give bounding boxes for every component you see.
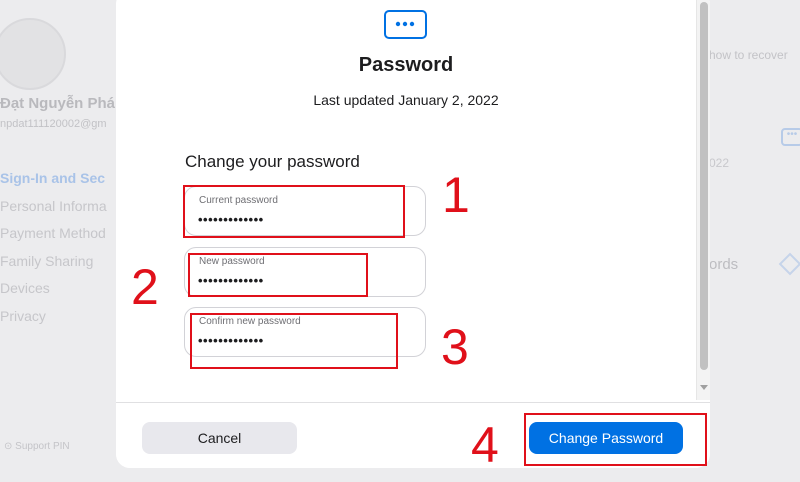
sidebar-item-privacy: Privacy	[0, 307, 46, 324]
annotation-number-1: 1	[442, 167, 470, 223]
avatar	[0, 18, 66, 90]
highlight-box-current	[183, 185, 405, 238]
highlight-box-new	[188, 253, 368, 297]
sidebar-nav: Sign-In and Sec Personal Informa Payment…	[0, 168, 107, 333]
sidebar-item-devices: Devices	[0, 280, 50, 296]
password-dots-icon-bg: •••	[781, 128, 800, 146]
last-updated-text: Last updated January 2, 2022	[313, 92, 499, 108]
annotation-number-2: 2	[131, 259, 159, 315]
cancel-button[interactable]: Cancel	[142, 422, 297, 454]
scroll-thumb[interactable]	[700, 2, 708, 370]
sidebar-item-family-sharing: Family Sharing	[0, 252, 94, 269]
recover-hint: how to recover	[709, 48, 788, 62]
scrollbar[interactable]	[696, 0, 710, 400]
sidebar-item-personal-information: Personal Informa	[0, 197, 107, 214]
scroll-down-icon[interactable]	[700, 385, 708, 390]
user-email: npdat111120002@gm	[0, 118, 107, 130]
dialog-title: Password	[358, 54, 454, 76]
sidebar-item-payment-method: Payment Method	[0, 225, 106, 241]
section-heading: Change your password	[185, 152, 360, 171]
annotation-number-3: 3	[441, 319, 469, 375]
support-pin-link: ⊙ Support PIN	[4, 441, 70, 452]
right-year: 022	[709, 156, 730, 170]
user-name: Đạt Nguyễn Phá	[0, 95, 116, 112]
highlight-box-confirm	[190, 313, 398, 369]
highlight-box-change	[524, 413, 707, 466]
right-label: ords	[709, 256, 739, 273]
support-pin-icon: ⊙	[4, 441, 13, 452]
support-pin-label: Support PIN	[15, 441, 70, 452]
annotation-number-4: 4	[471, 417, 499, 473]
sidebar-item-sign-in-security: Sign-In and Sec	[0, 170, 106, 186]
diamond-icon	[778, 252, 800, 276]
password-dots-icon	[384, 10, 427, 39]
